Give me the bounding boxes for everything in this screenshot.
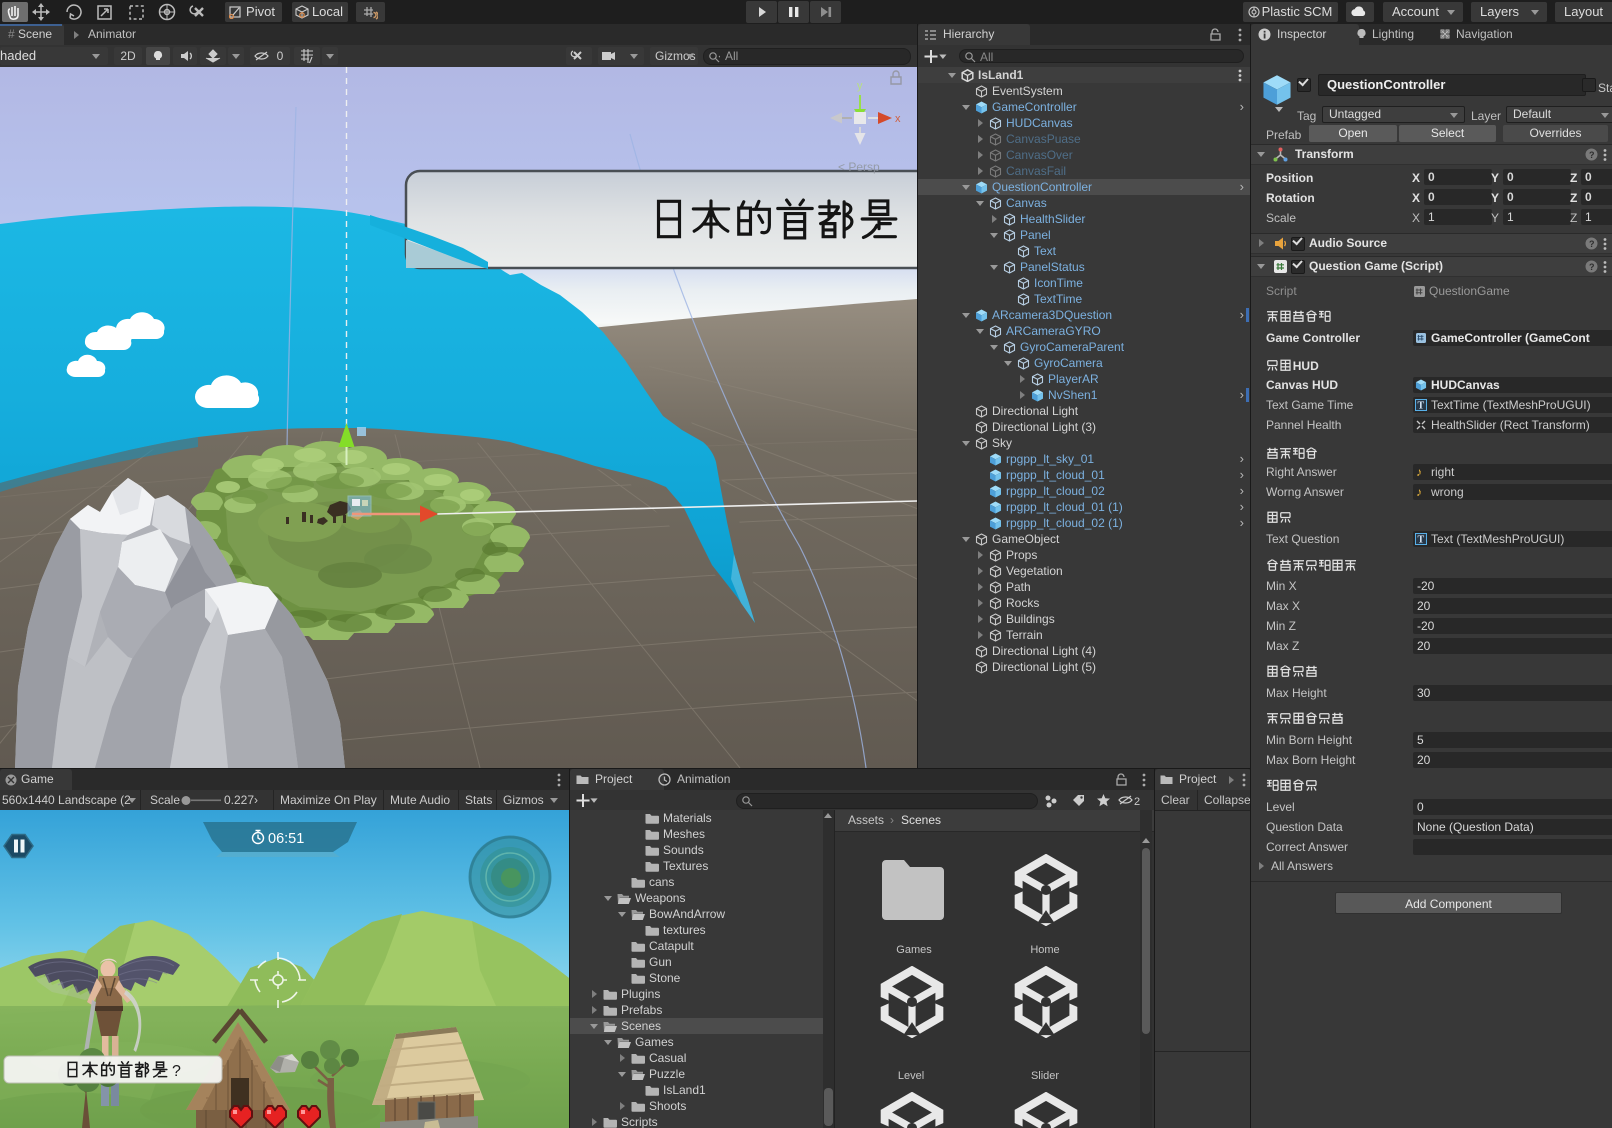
svg-text:< Persp: < Persp	[838, 160, 880, 174]
svg-text:?: ?	[1589, 239, 1595, 249]
svg-text:?: ?	[172, 1063, 181, 1080]
svg-text:06:51: 06:51	[268, 831, 304, 847]
svg-text:HUD: HUD	[1293, 359, 1319, 372]
svg-text:T: T	[1418, 535, 1425, 546]
svg-text:?: ?	[1589, 150, 1595, 160]
svg-text:y: y	[857, 80, 863, 92]
svg-text:2: 2	[1134, 796, 1140, 807]
svg-text:x: x	[895, 113, 901, 125]
svg-text:T: T	[1418, 401, 1425, 412]
svg-text:?: ?	[1589, 262, 1595, 272]
